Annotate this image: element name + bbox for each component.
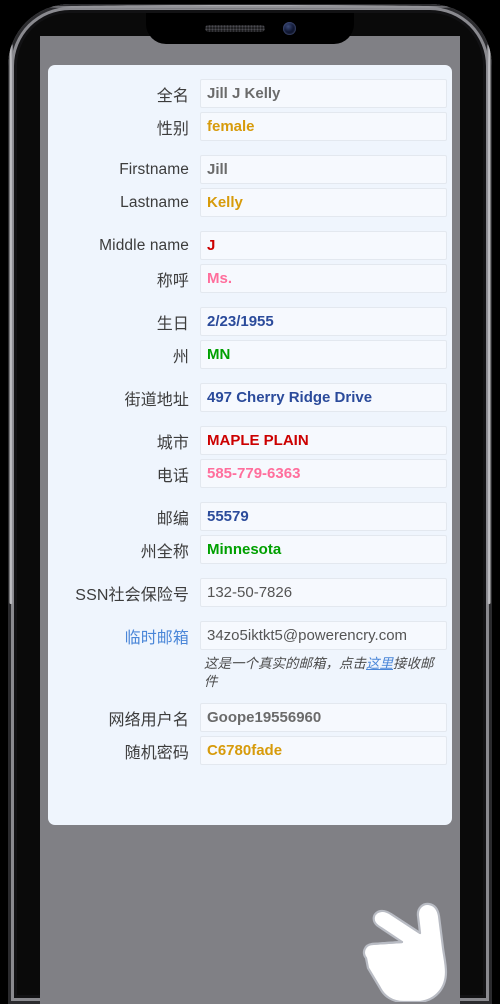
gender-label: 性别 (156, 120, 189, 138)
front-camera-icon (282, 22, 296, 35)
field-row-gender: 性别 female (48, 110, 452, 143)
gender-input[interactable]: female (200, 112, 447, 141)
birthday-label: 生日 (156, 315, 189, 333)
credentials-field-list: 网络用户名 Goope19556960 随机密码 C6780fade (48, 701, 452, 767)
field-row-web-username: 网络用户名 Goope19556960 (48, 701, 452, 734)
ssn-input[interactable]: 132-50-7826 (200, 578, 447, 607)
title-input[interactable]: Ms. (200, 264, 447, 293)
field-row-firstname: Firstname Jill (48, 153, 452, 186)
field-row-birthday: 生日 2/23/1955 (48, 305, 452, 338)
phone-notch (146, 13, 354, 44)
state-abbr-label: 州 (172, 348, 189, 366)
street-address-input[interactable]: 497 Cherry Ridge Drive (200, 383, 447, 412)
field-row-lastname: Lastname Kelly (48, 186, 452, 219)
field-row-full-name: 全名 Jill J Kelly (48, 77, 452, 110)
field-row-title: 称呼 Ms. (48, 262, 452, 295)
device-bezel-highlight-right (487, 44, 491, 604)
zipcode-input[interactable]: 55579 (200, 502, 447, 531)
phone-label: 电话 (156, 467, 189, 485)
field-row-temp-email: 临时邮箱 34zo5iktkt5@powerencry.com (48, 619, 452, 652)
state-full-label: 州全称 (140, 543, 189, 561)
identity-field-list: 全名 Jill J Kelly 性别 female Firstname Jill Lastn… (48, 77, 452, 609)
field-row-ssn: SSN社会保险号 132-50-7826 (48, 576, 452, 609)
hint-spacer (48, 655, 200, 691)
lastname-label: Lastname (120, 193, 189, 211)
field-row-city: 城市 MAPLE PLAIN (48, 424, 452, 457)
firstname-input[interactable]: Jill (200, 155, 447, 184)
speaker-grille-icon (204, 25, 265, 32)
state-full-input[interactable]: Minnesota (200, 535, 447, 564)
field-row-phone: 电话 585-779-6363 (48, 457, 452, 490)
phone-screen: 全名 Jill J Kelly 性别 female Firstname Jill Lastn… (40, 36, 460, 1004)
field-row-zipcode: 邮编 55579 (48, 500, 452, 533)
middle-name-input[interactable]: J (200, 231, 447, 260)
random-password-input[interactable]: C6780fade (200, 736, 447, 765)
hint-prefix-text: 这是一个真实的邮箱，点击 (204, 656, 366, 671)
zipcode-label: 邮编 (156, 510, 189, 528)
receive-mail-link[interactable]: 这里 (366, 656, 393, 671)
web-username-input[interactable]: Goope19556960 (200, 703, 447, 732)
lastname-input[interactable]: Kelly (200, 188, 447, 217)
birthday-input[interactable]: 2/23/1955 (200, 307, 447, 336)
phone-input[interactable]: 585-779-6363 (200, 459, 447, 488)
temp-email-hint: 这是一个真实的邮箱，点击这里接收邮件 (200, 655, 447, 691)
ssn-label: SSN社会保险号 (75, 586, 189, 604)
field-row-street-address: 街道地址 497 Cherry Ridge Drive (48, 381, 452, 414)
city-input[interactable]: MAPLE PLAIN (200, 426, 447, 455)
device-bezel-highlight-left (9, 44, 13, 604)
title-label: 称呼 (156, 272, 189, 290)
field-row-state-abbr: 州 MN (48, 338, 452, 371)
state-abbr-input[interactable]: MN (200, 340, 447, 369)
middle-name-label: Middle name (99, 236, 189, 254)
device-bezel-highlight-top (48, 5, 452, 9)
temp-email-label-link[interactable]: 临时邮箱 (48, 624, 200, 648)
field-row-middle-name: Middle name J (48, 229, 452, 262)
firstname-label: Firstname (119, 160, 189, 178)
city-label: 城市 (156, 434, 189, 452)
temp-email-hint-row: 这是一个真实的邮箱，点击这里接收邮件 (48, 652, 452, 691)
field-row-random-password: 随机密码 C6780fade (48, 734, 452, 767)
random-password-label: 随机密码 (124, 744, 189, 762)
full-name-input[interactable]: Jill J Kelly (200, 79, 447, 108)
temp-email-input[interactable]: 34zo5iktkt5@powerencry.com (200, 621, 447, 650)
identity-form-card: 全名 Jill J Kelly 性别 female Firstname Jill Lastn… (48, 65, 452, 825)
web-username-label: 网络用户名 (108, 711, 189, 729)
phone-device-frame: 全名 Jill J Kelly 性别 female Firstname Jill Lastn… (8, 4, 492, 1004)
pointing-hand-cursor (358, 890, 460, 1004)
field-row-state-full: 州全称 Minnesota (48, 533, 452, 566)
full-name-label: 全名 (156, 87, 189, 105)
street-address-label: 街道地址 (124, 391, 189, 409)
